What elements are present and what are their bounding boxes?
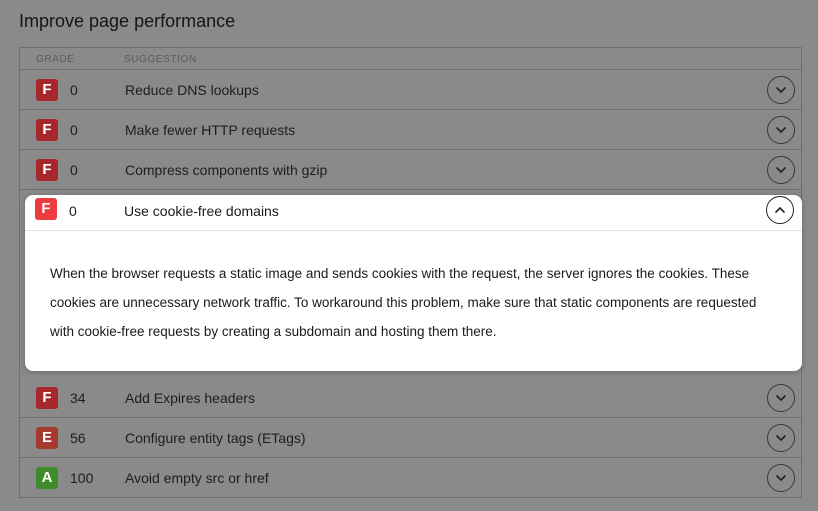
grade-badge: F bbox=[35, 198, 57, 220]
suggestion-text: Make fewer HTTP requests bbox=[125, 122, 296, 138]
expand-button[interactable] bbox=[767, 464, 795, 492]
chevron-up-icon bbox=[775, 206, 785, 213]
header-grade: GRADE bbox=[36, 54, 75, 65]
expand-button[interactable] bbox=[767, 116, 795, 144]
chevron-down-icon bbox=[776, 167, 786, 174]
table-row[interactable]: F 34 Add Expires headers bbox=[20, 378, 801, 418]
header-suggestion: SUGGESTION bbox=[124, 54, 197, 65]
score: 0 bbox=[70, 82, 78, 98]
expand-button[interactable] bbox=[767, 76, 795, 104]
table-header: GRADE SUGGESTION bbox=[20, 48, 801, 70]
suggestion-text: Avoid empty src or href bbox=[125, 470, 269, 486]
suggestion-description: When the browser requests a static image… bbox=[50, 266, 757, 339]
expand-button[interactable] bbox=[767, 156, 795, 184]
grade-badge: F bbox=[36, 79, 58, 101]
chevron-down-icon bbox=[776, 475, 786, 482]
table-row[interactable]: F 0 Compress components with gzip bbox=[20, 150, 801, 190]
score: 0 bbox=[69, 203, 77, 219]
table-row[interactable]: F 0 Reduce DNS lookups bbox=[20, 70, 801, 110]
expand-button[interactable] bbox=[767, 424, 795, 452]
grade-badge: A bbox=[36, 467, 58, 489]
score: 100 bbox=[70, 470, 94, 486]
table-row[interactable]: E 56 Configure entity tags (ETags) bbox=[20, 418, 801, 458]
expanded-row-header[interactable]: F 0 Use cookie-free domains bbox=[25, 195, 802, 231]
table-row[interactable]: A 100 Avoid empty src or href bbox=[20, 458, 801, 498]
grade-badge: E bbox=[36, 427, 58, 449]
score: 34 bbox=[70, 390, 86, 406]
grade-badge: F bbox=[36, 119, 58, 141]
page-title: Improve page performance bbox=[19, 11, 236, 31]
suggestion-text: Use cookie-free domains bbox=[124, 203, 279, 219]
suggestion-text: Reduce DNS lookups bbox=[125, 82, 259, 98]
score: 56 bbox=[70, 430, 86, 446]
grade-badge: F bbox=[36, 387, 58, 409]
chevron-down-icon bbox=[776, 435, 786, 442]
table-row[interactable]: F 0 Make fewer HTTP requests bbox=[20, 110, 801, 150]
score: 0 bbox=[70, 162, 78, 178]
chevron-down-icon bbox=[776, 395, 786, 402]
chevron-down-icon bbox=[776, 127, 786, 134]
score: 0 bbox=[70, 122, 78, 138]
expand-button[interactable] bbox=[767, 384, 795, 412]
suggestion-text: Compress components with gzip bbox=[125, 162, 328, 178]
grade-badge: F bbox=[36, 159, 58, 181]
collapse-button[interactable] bbox=[766, 196, 794, 224]
suggestion-text: Add Expires headers bbox=[125, 390, 255, 406]
expanded-suggestion-panel: F 0 Use cookie-free domains When the bro… bbox=[25, 195, 802, 371]
suggestion-text: Configure entity tags (ETags) bbox=[125, 430, 306, 446]
chevron-down-icon bbox=[776, 87, 786, 94]
